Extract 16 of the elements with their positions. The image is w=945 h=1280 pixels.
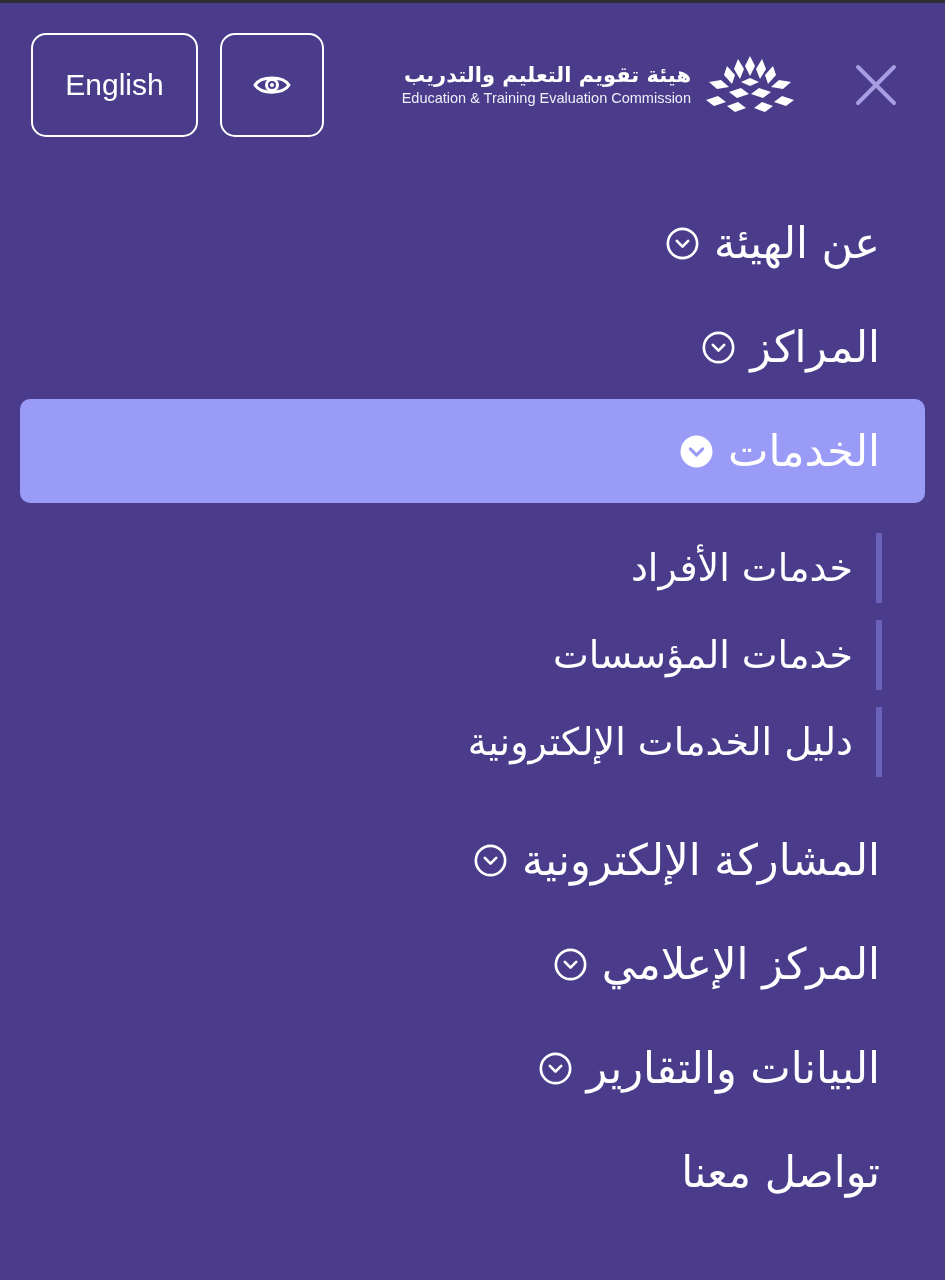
menu-item[interactable]: المراكز	[702, 295, 925, 399]
submenu-link[interactable]: خدمات المؤسسات	[552, 620, 882, 690]
submenu-link[interactable]: دليل الخدمات الإلكترونية	[467, 707, 882, 777]
menu-item[interactable]: البيانات والتقارير	[538, 1016, 925, 1120]
menu-item[interactable]: تواصل معنا	[681, 1120, 925, 1224]
close-button[interactable]	[855, 64, 897, 106]
language-button[interactable]: English	[31, 33, 198, 137]
logo-english-name: Education & Training Evaluation Commission	[401, 89, 691, 108]
logo-arabic-name: هيئة تقويم التعليم والتدريب	[403, 62, 691, 88]
submenu-link[interactable]: خدمات الأفراد	[630, 533, 882, 603]
menu-item[interactable]: المشاركة الإلكترونية	[473, 808, 925, 912]
close-icon	[855, 64, 897, 106]
logo-icon	[705, 56, 795, 114]
accessibility-button[interactable]	[220, 33, 324, 137]
menu-item[interactable]: المركز الإعلامي	[553, 912, 925, 1016]
menu-item[interactable]: عن الهيئة	[666, 191, 925, 295]
